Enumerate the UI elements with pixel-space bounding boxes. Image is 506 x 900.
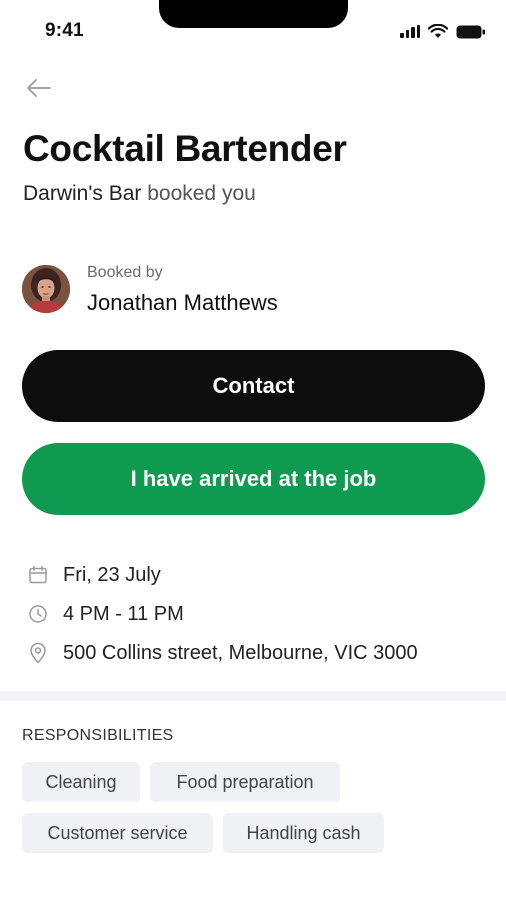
job-time: 4 PM - 11 PM: [26, 601, 184, 627]
status-bar: 9:41: [0, 0, 506, 56]
booking-subtitle: Darwin's Bar booked you: [23, 182, 256, 206]
back-button[interactable]: [24, 74, 54, 102]
status-icons: [400, 24, 486, 39]
device-notch: [159, 0, 348, 28]
responsibilities-title: RESPONSIBILITIES: [22, 727, 174, 744]
calendar-icon: [26, 563, 50, 587]
job-time-text: 4 PM - 11 PM: [63, 602, 184, 625]
responsibility-chip: Food preparation: [150, 762, 340, 802]
page-title: Cocktail Bartender: [23, 128, 347, 169]
signal-icon: [400, 25, 420, 38]
section-divider: [0, 691, 506, 701]
responsibility-chip: Cleaning: [22, 762, 140, 802]
booker-name: Jonathan Matthews: [87, 290, 278, 315]
contact-button[interactable]: Contact: [22, 350, 485, 422]
clock-icon: [26, 602, 50, 626]
booked-by-label: Booked by: [87, 264, 163, 281]
battery-icon: [456, 25, 485, 38]
arrived-at-job-button[interactable]: I have arrived at the job: [22, 443, 485, 515]
job-date: Fri, 23 July: [26, 562, 161, 588]
job-location-text: 500 Collins street, Melbourne, VIC 3000: [63, 641, 418, 664]
wifi-icon: [428, 24, 448, 38]
arrow-left-icon: [27, 79, 51, 97]
job-location[interactable]: 500 Collins street, Melbourne, VIC 3000: [26, 640, 418, 666]
location-pin-icon: [26, 641, 50, 665]
avatar[interactable]: [22, 265, 70, 313]
booked-you-text: booked you: [141, 182, 256, 205]
responsibility-chip: Handling cash: [223, 813, 384, 853]
responsibility-chip: Customer service: [22, 813, 213, 853]
avatar-photo: [22, 265, 70, 313]
venue-name[interactable]: Darwin's Bar: [23, 182, 141, 205]
job-date-text: Fri, 23 July: [63, 563, 161, 586]
status-time: 9:41: [45, 20, 84, 41]
